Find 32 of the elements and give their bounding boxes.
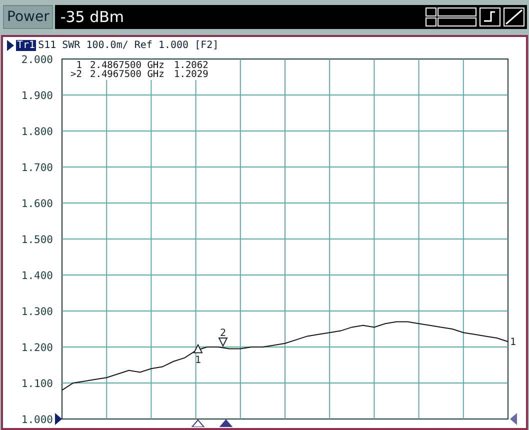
marker-id: 1 (76, 60, 82, 71)
marker-frequency: 2.4967500 GHz (90, 69, 164, 80)
scale-pointer-icon (510, 413, 517, 425)
trace-settings: S11 SWR 100.0m/ Ref 1.000 [F2] (38, 40, 219, 51)
y-tick-label: 1.900 (21, 90, 53, 102)
marker-id: >2 (70, 69, 82, 80)
y-tick-label: 1.700 (21, 162, 53, 174)
y-tick-label: 1.300 (21, 306, 53, 318)
marker-value: 1.2062 (174, 60, 208, 71)
marker-label: 1 (194, 354, 202, 366)
trace-tag[interactable]: Tr1 (16, 40, 36, 51)
step-icon[interactable] (479, 7, 501, 27)
layout-icon[interactable] (425, 7, 477, 27)
trace-end-label: 1 (510, 336, 516, 348)
slash-icon[interactable] (503, 7, 525, 27)
pointer-icon (7, 40, 14, 51)
reference-pointer-icon (55, 413, 62, 425)
y-tick-label: 1.800 (21, 126, 53, 138)
y-tick-label: 1.500 (21, 234, 53, 246)
marker-triangle-icon[interactable] (193, 344, 203, 354)
y-tick-label: 1.000 (21, 414, 53, 426)
y-tick-label: 1.100 (21, 378, 53, 390)
y-tick-label: 2.000 (21, 54, 53, 66)
marker-triangle-icon[interactable] (218, 337, 228, 348)
power-label: Power (3, 5, 54, 29)
y-tick-label: 1.200 (21, 342, 53, 354)
y-tick-label: 1.400 (21, 270, 53, 282)
marker-value: 1.2029 (174, 69, 208, 80)
y-tick-label: 1.600 (21, 198, 53, 210)
power-field[interactable]: -35 dBm (55, 5, 527, 29)
marker-label: 2 (220, 328, 226, 339)
marker-frequency: 2.4867500 GHz (90, 60, 164, 71)
